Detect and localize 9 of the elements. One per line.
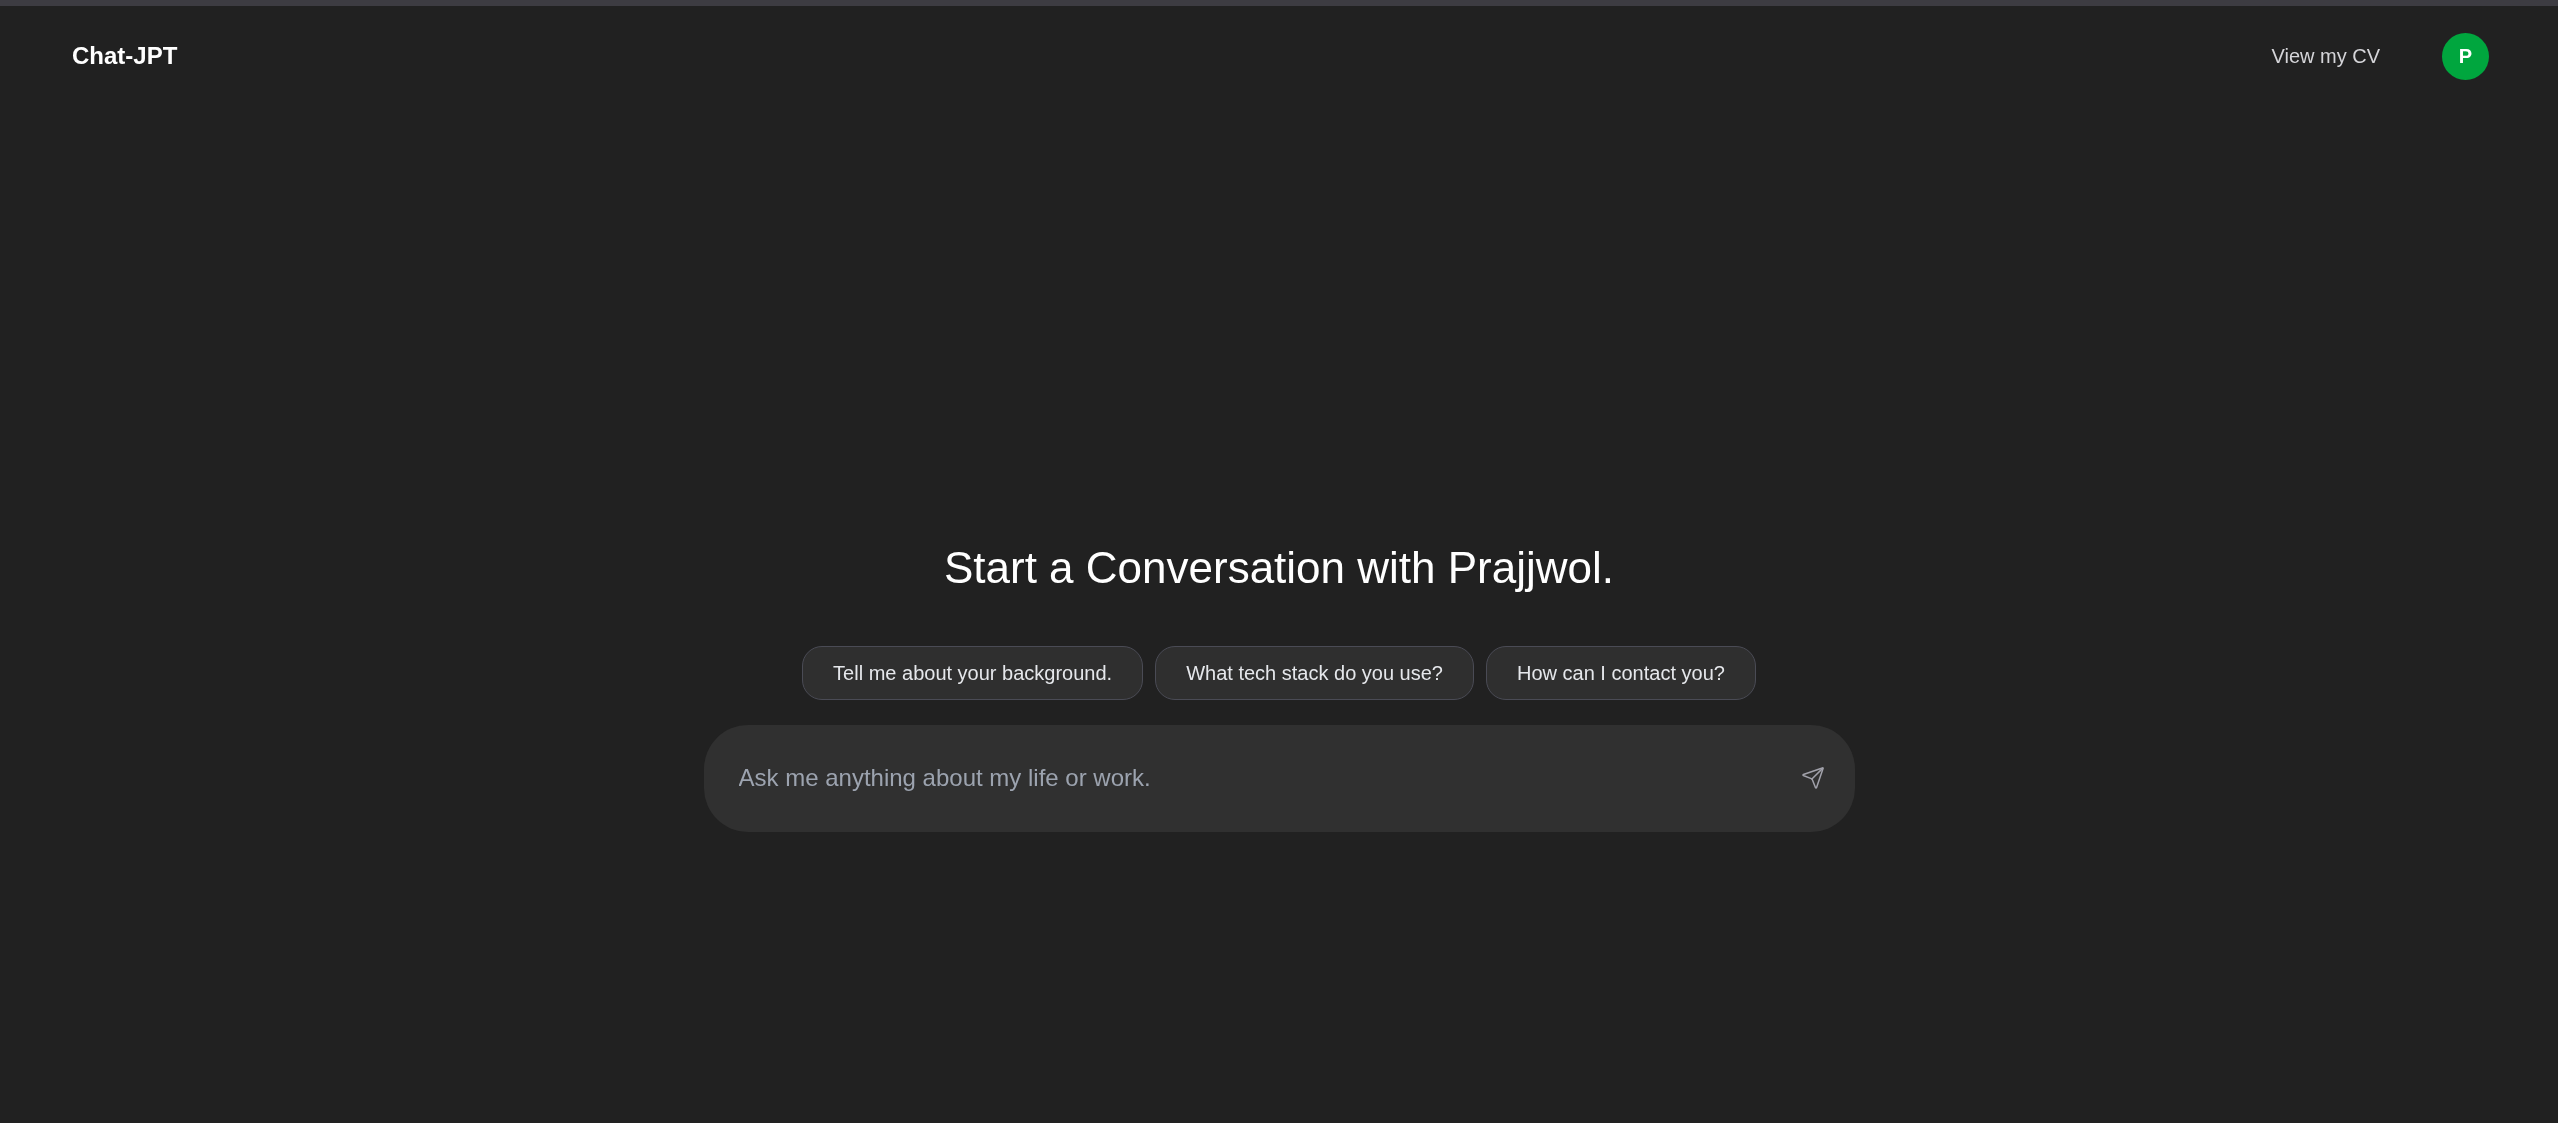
app-title: Chat-JPT bbox=[72, 44, 178, 68]
send-icon bbox=[1800, 765, 1825, 790]
suggestion-chip[interactable]: Tell me about your background. bbox=[802, 645, 1144, 700]
send-button[interactable] bbox=[1800, 765, 1825, 790]
suggestion-chip[interactable]: What tech stack do you use? bbox=[1155, 645, 1474, 700]
welcome-heading: Start a Conversation with Prajjwol. bbox=[943, 542, 1615, 594]
view-cv-link[interactable]: View my CV bbox=[2271, 46, 2380, 66]
message-input[interactable]: Ask me anything about my life or work. bbox=[703, 724, 1855, 832]
suggestion-chip[interactable]: How can I contact you? bbox=[1486, 645, 1756, 700]
